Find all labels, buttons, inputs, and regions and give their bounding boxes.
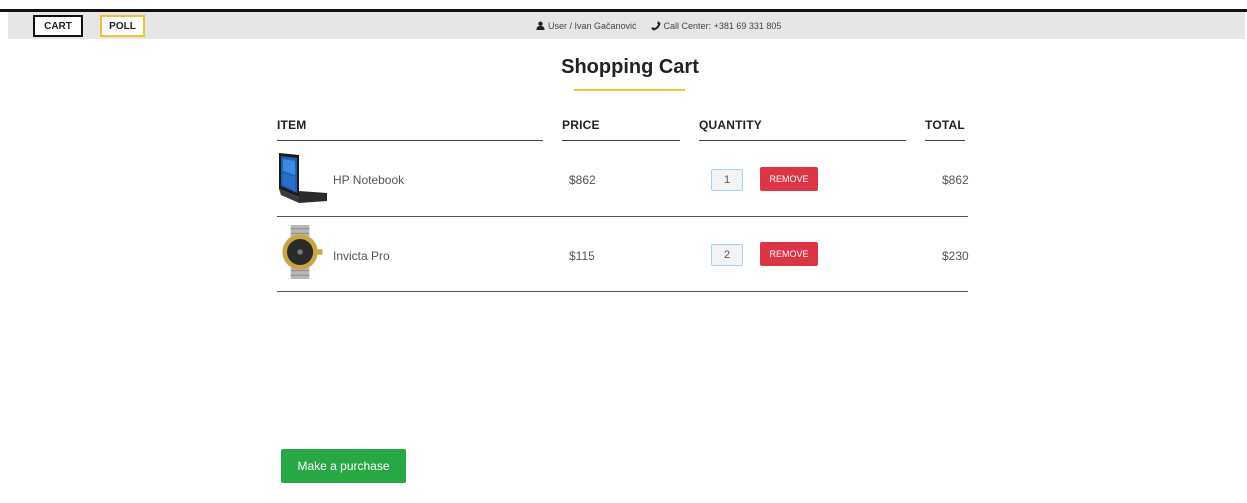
make-purchase-button[interactable]: Make a purchase — [281, 449, 406, 483]
header-item: ITEM — [277, 118, 307, 132]
row-divider — [277, 291, 968, 292]
item-price: $115 — [569, 249, 595, 263]
top-bar: CART POLL User / Ivan Gačanović Call Cen… — [8, 12, 1245, 39]
call-center-info: Call Center: +381 69 331 805 — [650, 20, 782, 31]
item-total: $862 — [942, 173, 969, 187]
phone-icon — [650, 20, 661, 31]
user-icon — [536, 21, 545, 30]
header-total: TOTAL — [925, 118, 965, 132]
user-text: User / Ivan Gačanović — [548, 20, 637, 31]
user-info: User / Ivan Gačanović — [536, 21, 637, 31]
row-divider — [277, 216, 968, 217]
header-quantity: QUANTITY — [699, 118, 762, 132]
header-price: PRICE — [562, 118, 600, 132]
title-underline — [574, 89, 685, 91]
laptop-image — [279, 153, 327, 203]
item-price: $862 — [569, 173, 596, 187]
watch-image — [282, 225, 323, 279]
remove-button[interactable]: REMOVE — [760, 167, 818, 191]
quantity-input[interactable]: 2 — [711, 244, 743, 266]
item-name: HP Notebook — [333, 173, 405, 187]
header-rule-price — [562, 140, 680, 141]
quantity-input[interactable]: 1 — [711, 169, 743, 191]
poll-nav-button[interactable]: POLL — [100, 15, 145, 37]
contact-info: User / Ivan Gačanović Call Center: +381 … — [536, 12, 781, 39]
item-name: Invicta Pro — [333, 249, 390, 263]
cart-nav-button[interactable]: CART — [33, 15, 83, 37]
page-title: Shopping Cart — [561, 56, 699, 78]
call-center-text: Call Center: +381 69 331 805 — [663, 20, 782, 31]
remove-button[interactable]: REMOVE — [760, 242, 818, 266]
header-rule-item — [277, 140, 543, 141]
item-total: $230 — [942, 249, 969, 263]
header-rule-quantity — [699, 140, 906, 141]
header-rule-total — [925, 140, 965, 141]
